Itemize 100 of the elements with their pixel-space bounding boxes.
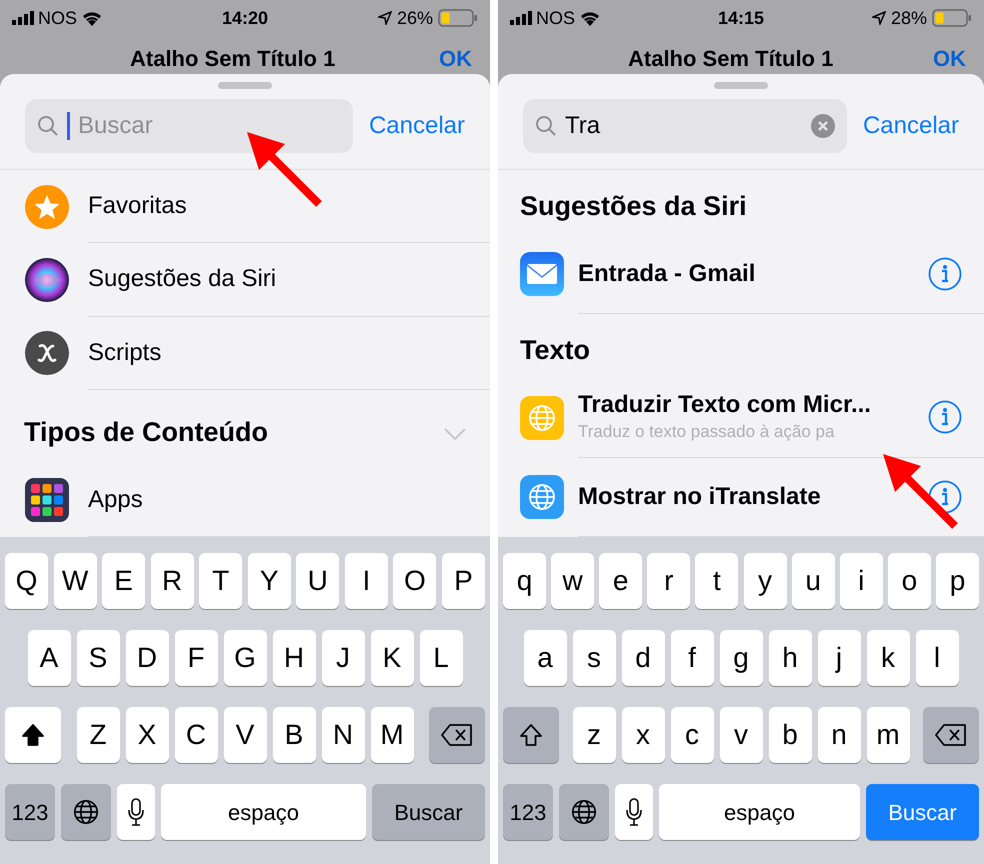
text-cursor [67,112,70,140]
list-row[interactable]: Traduzir Texto com Micr... Traduz o texto passado à ação pa [498,378,984,458]
globe-icon [570,798,598,826]
shortcut-title: Atalho Sem Título 1 [130,46,336,72]
globe-key[interactable] [61,784,111,840]
letter-key[interactable]: i [840,553,883,609]
letter-key[interactable]: E [102,553,146,609]
letter-key[interactable]: B [272,707,316,763]
wifi-icon [579,10,602,26]
delete-key[interactable] [923,707,979,763]
letter-key[interactable]: Z [76,707,120,763]
letter-key[interactable]: o [888,553,931,609]
letter-key[interactable]: m [866,707,910,763]
shortcut-title: Atalho Sem Título 1 [628,46,834,72]
letter-key[interactable]: y [744,553,787,609]
shift-icon [21,723,45,747]
letter-key[interactable]: k [866,630,910,686]
list-row[interactable]: Favoritas [0,170,490,244]
letter-key[interactable]: Q [5,553,48,609]
shift-key[interactable] [5,707,61,763]
microphone-key[interactable] [117,784,155,840]
letter-key[interactable]: F [174,630,218,686]
letter-key[interactable]: g [720,630,762,686]
letter-key[interactable]: a [524,630,566,686]
letter-key[interactable]: b [768,707,812,763]
letter-key[interactable]: p [936,553,979,609]
letter-key[interactable]: f [670,630,714,686]
info-icon[interactable] [928,480,962,514]
search-placeholder: Buscar [78,111,153,141]
list-row[interactable]: Sugestões da Siri [0,243,490,317]
letter-key[interactable]: L [420,630,462,686]
letter-key[interactable]: G [224,630,266,686]
letter-key[interactable]: X [126,707,168,763]
letter-key[interactable]: c [670,707,714,763]
letter-key[interactable]: r [647,553,690,609]
letter-key[interactable]: H [272,630,316,686]
delete-key[interactable] [429,707,485,763]
search-field[interactable]: Tra [523,99,847,153]
letter-key[interactable]: z [572,707,616,763]
letter-key[interactable]: q [503,553,546,609]
letter-key[interactable]: U [296,553,340,609]
letter-key[interactable]: P [442,553,485,609]
letter-key[interactable]: A [28,630,70,686]
cancel-button[interactable]: Cancelar [368,108,465,144]
microphone-key[interactable] [615,784,653,840]
section-header: Texto [520,337,590,364]
info-icon[interactable] [928,400,962,434]
cancel-button[interactable]: Cancelar [862,108,959,144]
info-icon[interactable] [928,256,962,291]
search-key[interactable]: Buscar [372,784,485,840]
letter-key[interactable]: K [370,630,414,686]
row-title: Traduzir Texto com Micr... [578,390,872,420]
letter-key[interactable]: O [393,553,436,609]
numbers-key[interactable]: 123 [503,784,553,840]
letter-key[interactable]: t [695,553,738,609]
search-icon [535,115,557,137]
letter-key[interactable]: R [150,553,194,609]
list-row[interactable]: Entrada - Gmail [498,234,984,314]
row-title: Scripts [88,338,162,368]
letter-key[interactable]: J [322,630,364,686]
delete-icon [935,724,967,746]
letter-key[interactable]: T [199,553,242,609]
variable-icon [25,331,69,376]
shift-key[interactable] [503,707,559,763]
numbers-key[interactable]: 123 [5,784,55,840]
clear-icon[interactable] [810,114,835,138]
wifi-icon [81,10,104,26]
letter-key[interactable]: w [551,553,594,609]
letter-key[interactable]: V [224,707,266,763]
letter-key[interactable]: N [322,707,364,763]
letter-key[interactable]: D [126,630,168,686]
row-title: Entrada - Gmail [578,258,756,289]
list-row[interactable]: Scripts [0,316,490,390]
letter-key[interactable]: e [599,553,642,609]
letter-key[interactable]: I [344,553,388,609]
search-icon [37,115,59,137]
letter-key[interactable]: M [370,707,414,763]
letter-key[interactable]: n [818,707,860,763]
letter-key[interactable]: C [174,707,218,763]
row-subtitle: Traduz o texto passado à ação pa [578,421,836,444]
space-key[interactable]: espaço [161,784,366,840]
search-text: Tra [565,111,600,141]
letter-key[interactable]: Y [248,553,291,609]
globe-key[interactable] [559,784,609,840]
microphone-icon [127,798,145,826]
search-key[interactable]: Buscar [866,784,979,840]
letter-key[interactable]: S [76,630,120,686]
letter-key[interactable]: d [622,630,664,686]
delete-icon [441,724,473,746]
list-row[interactable]: Apps [0,464,490,537]
letter-key[interactable]: u [792,553,835,609]
letter-key[interactable]: l [916,630,958,686]
space-key[interactable]: espaço [659,784,860,840]
letter-key[interactable]: s [572,630,616,686]
letter-key[interactable]: x [622,707,664,763]
letter-key[interactable]: v [720,707,762,763]
letter-key[interactable]: h [768,630,812,686]
letter-key[interactable]: j [818,630,860,686]
letter-key[interactable]: W [54,553,97,609]
section-header: Sugestões da Siri [520,193,747,220]
